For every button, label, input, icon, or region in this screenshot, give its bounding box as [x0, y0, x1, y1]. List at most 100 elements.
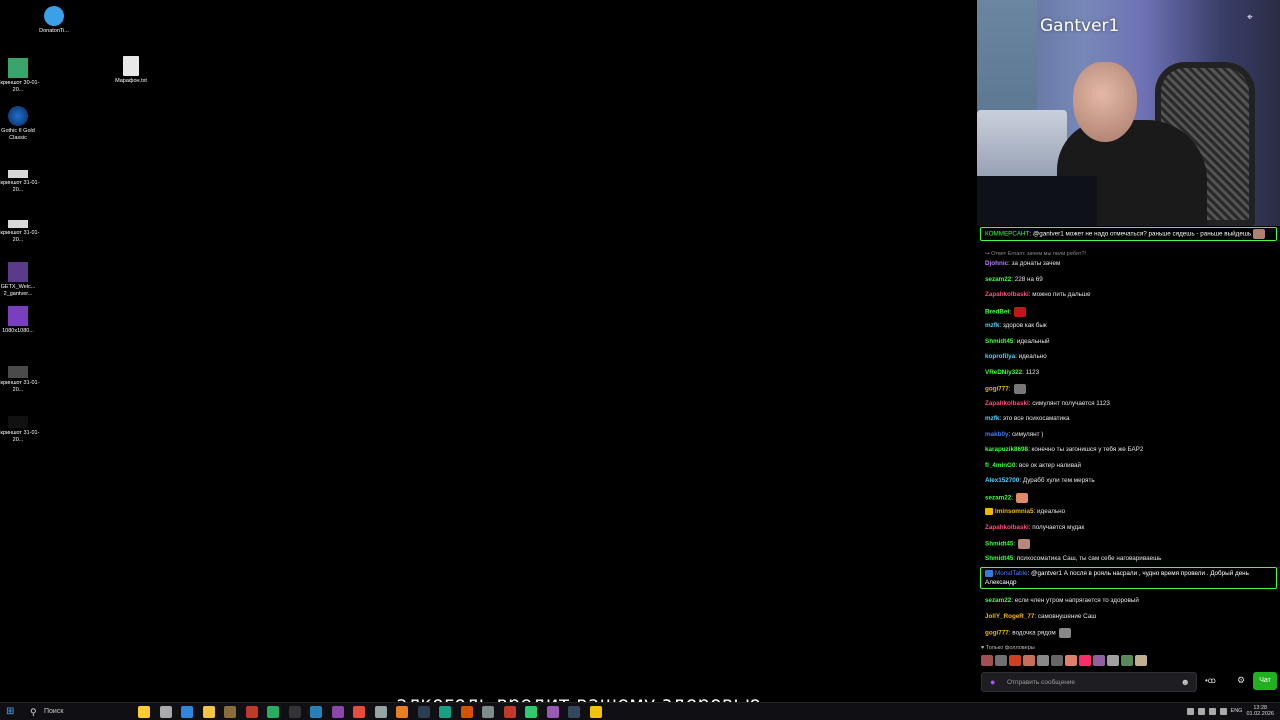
chat-username[interactable]: Djohnic [985, 260, 1008, 267]
desktop-icon-gothic[interactable]: Gothic II Gold Classic [0, 106, 40, 141]
taskbar-app-icon[interactable] [546, 706, 559, 718]
chat-username[interactable]: sezam22 [985, 276, 1011, 283]
taskbar-app-icon[interactable] [202, 706, 215, 718]
taskbar-app-icon[interactable] [439, 706, 451, 718]
taskbar-app-icon[interactable] [310, 706, 322, 718]
desktop-icon-1080[interactable]: 1080x1080... [0, 306, 40, 335]
language-indicator[interactable]: ENG [1231, 708, 1243, 714]
taskbar-app-icon[interactable] [138, 706, 150, 718]
chat-username[interactable]: BredBet [985, 308, 1010, 315]
tray-icon[interactable] [1197, 707, 1205, 715]
taskbar-app-icon[interactable] [568, 706, 580, 718]
chat-username[interactable]: lminsomnia5 [995, 508, 1034, 515]
desktop-icon-screenshot[interactable]: Скриншот 30-01-20... [0, 58, 40, 93]
taskbar-app-icon[interactable] [353, 706, 365, 718]
desktop-icon-marathon-txt[interactable]: Марафон.txt [109, 56, 153, 85]
emote-bar [981, 655, 1147, 667]
windows-start-icon[interactable]: ⊞ [6, 706, 18, 718]
desktop-icon-label: Скриншот 31-01-20... [0, 380, 40, 393]
chat-username[interactable]: JollY_RogeR_77 [985, 613, 1034, 620]
taskbar-app-icon[interactable] [181, 706, 193, 718]
chat-username[interactable]: makb0y [985, 431, 1008, 438]
emote-icon[interactable] [1023, 655, 1035, 666]
taskbar-app-icon[interactable] [267, 706, 279, 718]
webcam-person-head [1073, 62, 1137, 142]
channel-points-icon[interactable]: •ꝏ [1205, 676, 1216, 685]
chat-text: : [1011, 494, 1014, 502]
emote-icon[interactable] [1051, 655, 1063, 666]
emote-icon[interactable] [1093, 655, 1105, 666]
taskbar-app-icon[interactable] [482, 706, 494, 718]
taskbar-app-icon[interactable] [503, 706, 516, 718]
chat-username[interactable]: Shmidt45 [985, 541, 1013, 548]
image-file-icon [8, 220, 28, 228]
desktop-icon-label: Скриншот 31-01-20... [0, 230, 40, 243]
emote-icon[interactable] [1009, 655, 1021, 666]
chat-username[interactable]: gogi777 [985, 386, 1009, 393]
chat-username[interactable]: VReDNiy322 [985, 369, 1022, 376]
emote-icon[interactable] [1079, 655, 1091, 666]
mic-icon[interactable]: ● [990, 677, 995, 687]
tray-icon[interactable] [1186, 707, 1194, 715]
taskbar-app-icon[interactable] [374, 706, 387, 718]
desktop-icon-screenshot[interactable]: Скриншот 31-01-20... [0, 166, 40, 193]
emote-icon[interactable] [995, 655, 1007, 666]
taskbar-app-icon[interactable] [396, 706, 408, 718]
chat-username[interactable]: fl_4minG0 [985, 462, 1015, 469]
chat-message: gogi777: водочка рядом [985, 628, 1275, 638]
chat-username[interactable]: karapuzik8698 [985, 446, 1028, 453]
chat-send-button[interactable]: Чат [1253, 672, 1277, 690]
emote-icon[interactable] [1065, 655, 1077, 666]
taskbar-app-icon[interactable] [589, 706, 602, 718]
taskbar-app-icon[interactable] [288, 706, 301, 718]
chat-username[interactable]: sezam22 [985, 597, 1011, 604]
emote-icon[interactable] [981, 655, 993, 666]
desktop-icon-screenshot[interactable]: Скриншот 31-01-20... [0, 414, 40, 443]
chat-username[interactable]: MorsdTable [995, 570, 1028, 577]
taskbar-app-icon[interactable] [331, 706, 344, 718]
clock[interactable]: 13:28 01.02.2026 [1246, 705, 1274, 717]
chat-username[interactable]: Shmidt45 [985, 338, 1013, 345]
chat-username[interactable]: gogi777 [985, 630, 1009, 637]
desktop-icon-label: GETX_Welc... 2_gantver... [0, 284, 36, 297]
chat-username[interactable]: Shmidt45 [985, 555, 1013, 562]
chat-text: : Дурабб хули тем мерять [1019, 477, 1095, 484]
emote-icon[interactable] [1107, 655, 1119, 666]
taskbar-app-icon[interactable] [224, 706, 236, 718]
desktop-icon-label: Марафон.txt [115, 78, 147, 84]
clock-app-icon [44, 6, 64, 26]
emote-icon[interactable] [1121, 655, 1133, 666]
emote-icon[interactable] [1135, 655, 1147, 666]
chat-message: Zapahkolbaski: получается мудак [985, 524, 1275, 532]
taskbar-app-icon[interactable] [417, 706, 430, 718]
taskbar-app-icon[interactable] [159, 706, 172, 718]
chat-username[interactable]: sezam22 [985, 494, 1011, 501]
chat-username[interactable]: koprofilya [985, 353, 1015, 360]
tray-icon[interactable] [1208, 707, 1216, 715]
chat-username[interactable]: Zapahkolbaski [985, 291, 1029, 298]
chat-username[interactable]: Zapahkolbaski [985, 400, 1029, 407]
taskbar-app-icon[interactable] [460, 706, 473, 718]
chat-text: : водочка рядом [1008, 629, 1056, 637]
text-file-icon [123, 56, 139, 76]
desktop-icon-screenshot[interactable]: Скриншот 31-01-20... [0, 364, 40, 393]
chat-username[interactable]: Zapahkolbaski [985, 524, 1029, 531]
taskbar-app-icon[interactable] [525, 706, 537, 718]
chat-input[interactable]: ● Отправить сообщение ☻ [981, 672, 1197, 692]
system-tray: ENG 13:28 01.02.2026 [1186, 705, 1274, 717]
desktop-icon-screenshot[interactable]: Скриншот 31-01-20... [0, 216, 40, 243]
desktop-icon-donaton[interactable]: DonatonTi... [32, 6, 76, 35]
chat-username[interactable]: КОММЕРСАНТ [985, 231, 1029, 238]
taskbar-app-icon[interactable] [245, 706, 258, 718]
chat-username[interactable]: mzfk [985, 415, 999, 422]
chat-message: sezam22: [985, 492, 1275, 503]
desktop-icon-label: DonatonTi... [39, 28, 69, 34]
emoji-icon[interactable]: ☻ [1181, 677, 1190, 687]
gear-icon[interactable]: ⚙ [1237, 675, 1245, 686]
chat-username[interactable]: Alex152700 [985, 477, 1019, 484]
tray-icon[interactable] [1219, 707, 1227, 715]
desktop-icon-getx[interactable]: GETX_Welc... 2_gantver... [0, 262, 40, 297]
chat-username[interactable]: mzfk [985, 322, 999, 329]
emote-icon[interactable] [1037, 655, 1049, 666]
chat-text: : здоров как бык [999, 322, 1047, 329]
